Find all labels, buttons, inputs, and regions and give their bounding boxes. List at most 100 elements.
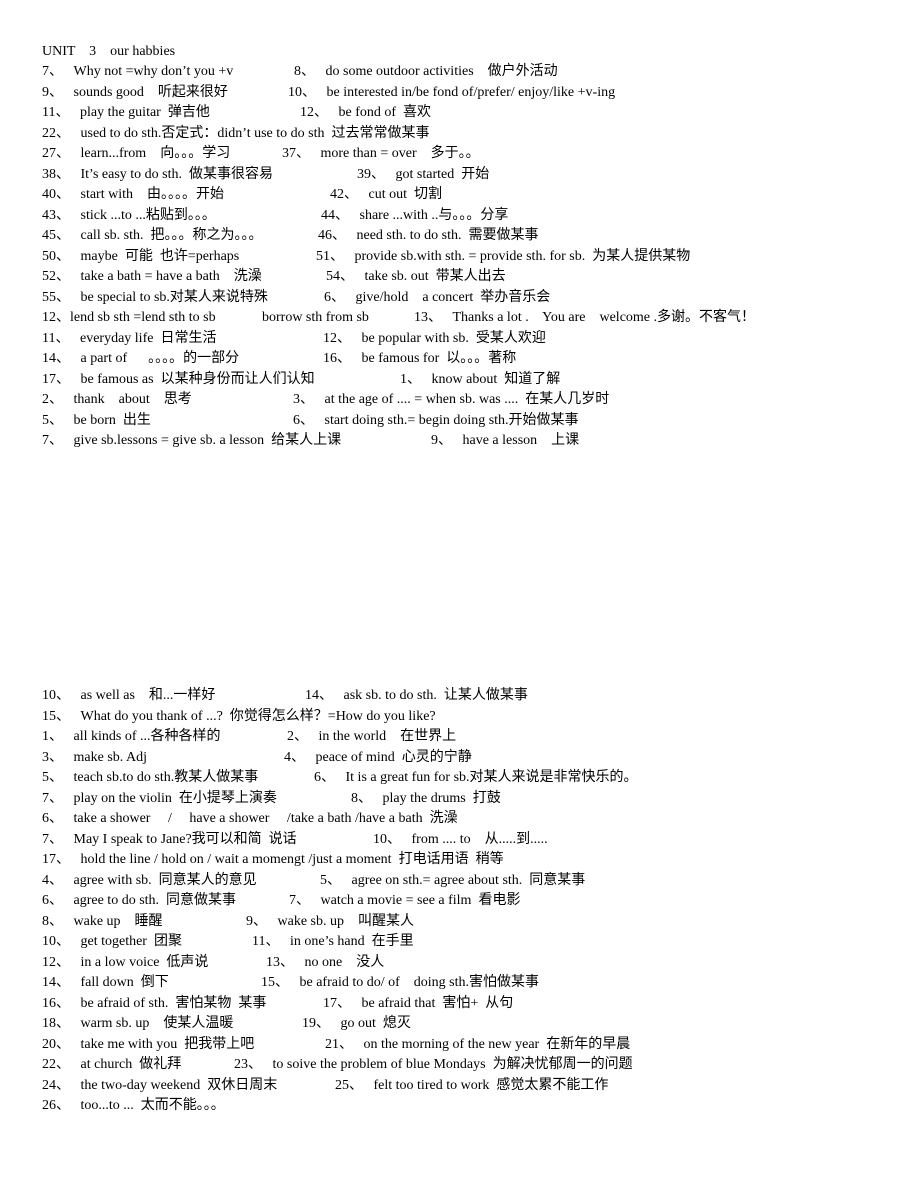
phrase-line: 18、 warm sb. up 使某人温暖 19、 go out 熄灭 <box>0 1014 920 1034</box>
phrase-entry: 39、 got started 开始 <box>357 166 490 182</box>
phrase-entry: 4、 peace of mind 心灵的宁静 <box>284 749 472 765</box>
phrase-entry: 6、 agree to do sth. 同意做某事 <box>42 893 237 908</box>
phrase-entry: 51、 provide sb.with sth. = provide sth. … <box>316 248 691 264</box>
phrase-entry: 4、 agree with sb. 同意某人的意见 <box>42 872 257 888</box>
phrase-line: 50、 maybe 可能 也许=perhaps 51、 provide sb.wi… <box>0 247 920 267</box>
phrase-line: 15、 What do you thank of ...? 你觉得怎么样？=Ho… <box>0 707 920 727</box>
phrase-line: 9、 sounds good 听起来很好 10、 be interested in… <box>0 83 920 103</box>
phrase-line: 7、 May I speak to Jane?我可以和简 说话 10、 from … <box>0 830 920 850</box>
phrase-entry: 2、 in the world 在世界上 <box>287 729 457 744</box>
phrase-line: 7、 Why not =why don’t you +v 8、 do some o… <box>0 62 920 82</box>
phrase-entry: 6、 give/hold a concert 举办音乐会 <box>324 289 551 305</box>
phrase-entry: 25、 felt too tired to work 感觉太累不能工作 <box>335 1077 609 1093</box>
phrase-line: 16、 be afraid of sth. 害怕某物 某事 17、 be afra… <box>0 994 920 1014</box>
phrase-entry: 8、 do some outdoor activities 做户外活动 <box>294 64 558 79</box>
phrase-entry: 6、 take a shower / have a shower /take a… <box>42 811 458 826</box>
phrase-entry: 14、 ask sb. to do sth. 让某人做某事 <box>305 688 528 703</box>
phrase-entry: 46、 need sth. to do sth. 需要做某事 <box>318 228 539 243</box>
phrase-entry: 15、 be afraid to do/ of doing sth.害怕做某事 <box>261 975 540 990</box>
phrase-line: 12、 in a low voice 低声说 13、 no one 没人 <box>0 953 920 973</box>
phrase-entry: 11、 everyday life 日常生活 <box>42 330 217 346</box>
phrase-line: 43、 stick ...to ...粘贴到。。。 44、 share ...wi… <box>0 206 920 226</box>
phrase-line: 26、 too...to ... 太而不能。。。 <box>0 1096 920 1116</box>
phrase-entry: 10、 from .... to 从.....到..... <box>373 831 548 847</box>
phrase-entry: 13、 Thanks a lot . You are welcome .多谢。不… <box>414 310 756 325</box>
document-page: UNIT 3 our habbies 7、 Why not =why don’t… <box>0 0 920 1191</box>
phrase-entry: 42、 cut out 切割 <box>330 187 442 202</box>
phrase-line: 10、 as well as 和...一样好 14、 ask sb. to do … <box>0 686 920 706</box>
phrase-line: 7、 play on the violin 在小提琴上演奏 8、 play the… <box>0 789 920 809</box>
phrase-entry: 38、 It’s easy to do sth. 做某事很容易 <box>42 166 273 182</box>
phrase-entry: 9、 wake sb. up 叫醒某人 <box>246 913 414 929</box>
phrase-entry: 9、 have a lesson 上课 <box>431 433 580 448</box>
phrase-entry: 6、 It is a great fun for sb.对某人来说是非常快乐的。 <box>314 770 638 785</box>
phrase-entry: 40、 start with 由。。。。开始 <box>42 187 224 202</box>
phrase-line: 38、 It’s easy to do sth. 做某事很容易 39、 got s… <box>0 165 920 185</box>
phrase-entry: 9、 sounds good 听起来很好 <box>42 84 228 100</box>
phrase-entry: 22、 at church 做礼拜 <box>42 1057 182 1072</box>
phrase-entry: 2、 thank about 思考 <box>42 392 192 407</box>
phrase-line: 12、lend sb sth =lend sth to sb borrow sth… <box>0 308 920 328</box>
phrase-line: 6、 agree to do sth. 同意做某事 7、 watch a movi… <box>0 891 920 911</box>
phrase-line: 40、 start with 由。。。。开始 42、 cut out 切割 <box>0 185 920 205</box>
phrase-entry: 17、 hold the line / hold on / wait a mom… <box>42 852 504 867</box>
phrase-entry: 10、 be interested in/be fond of/prefer/ … <box>288 84 616 100</box>
phrase-entry: 12、 be fond of 喜欢 <box>300 105 432 120</box>
phrase-line: 52、 take a bath = have a bath 洗澡 54、 take… <box>0 267 920 287</box>
phrase-entry: 7、 watch a movie = see a film 看电影 <box>289 893 521 908</box>
phrase-entry: 43、 stick ...to ...粘贴到。。。 <box>42 207 216 223</box>
phrase-line: 8、 wake up 睡醒 9、 wake sb. up 叫醒某人 <box>0 912 920 932</box>
phrase-line: 11、 play the guitar 弹吉他 12、 be fond of 喜欢 <box>0 103 920 123</box>
phrase-entry: 45、 call sb. sth. 把。。。称之为。。。 <box>42 228 263 243</box>
phrase-entry: 52、 take a bath = have a bath 洗澡 <box>42 269 262 284</box>
phrase-entry: 8、 wake up 睡醒 <box>42 913 163 929</box>
phrase-line: 17、 be famous as 以某种身份而让人们认知 1、 know abou… <box>0 370 920 390</box>
phrase-entry: 1、 all kinds of ...各种各样的 <box>42 729 221 744</box>
phrase-line: 5、 be born 出生 6、 start doing sth.= begin … <box>0 411 920 431</box>
phrase-entry: 10、 get together 团聚 <box>42 934 182 949</box>
phrase-entry: 37、 more than = over 多于。。 <box>282 146 480 161</box>
phrase-entry: borrow sth from sb <box>262 310 369 325</box>
phrase-line: 22、 at church 做礼拜 23、 to soive the proble… <box>0 1055 920 1075</box>
phrase-line: 14、 fall down 倒下 15、 be afraid to do/ of … <box>0 973 920 993</box>
phrase-entry: 6、 start doing sth.= begin doing sth.开始做… <box>293 412 579 428</box>
phrase-line: 4、 agree with sb. 同意某人的意见 5、 agree on sth… <box>0 871 920 891</box>
phrase-line: 55、 be special to sb.对某人来说特殊 6、 give/hold… <box>0 288 920 308</box>
phrase-entry: 7、 Why not =why don’t you +v <box>42 64 234 79</box>
phrase-line: 45、 call sb. sth. 把。。。称之为。。。 46、 need sth… <box>0 226 920 246</box>
phrase-line: 10、 get together 团聚 11、 in one’s hand 在手里 <box>0 932 920 952</box>
phrase-entry: 3、 make sb. Adj <box>42 749 147 765</box>
phrase-entry: 23、 to soive the problem of blue Mondays… <box>234 1057 633 1072</box>
unit-title-text: UNIT 3 our habbies <box>42 44 176 59</box>
phrase-entry: 16、 be famous for 以。。。著称 <box>323 351 517 366</box>
phrase-line: 7、 give sb.lessons = give sb. a lesson 给… <box>0 431 920 451</box>
phrase-entry: 12、 in a low voice 低声说 <box>42 954 209 970</box>
phrase-entry: 13、 no one 没人 <box>266 954 385 970</box>
phrase-entry: 16、 be afraid of sth. 害怕某物 某事 <box>42 995 267 1011</box>
phrase-entry: 24、 the two-day weekend 双休日周末 <box>42 1077 278 1093</box>
phrase-entry: 17、 be afraid that 害怕+ 从句 <box>323 995 514 1011</box>
phrase-line: 5、 teach sb.to do sth.教某人做某事 6、 It is a g… <box>0 768 920 788</box>
phrase-entry: 26、 too...to ... 太而不能。。。 <box>42 1098 225 1113</box>
phrase-entry: 54、 take sb. out 带某人出去 <box>326 269 506 284</box>
phrase-entry: 15、 What do you thank of ...? 你觉得怎么样？=Ho… <box>42 708 436 724</box>
phrase-entry: 44、 share ...with ..与。。。分享 <box>321 207 509 223</box>
phrase-entry: 18、 warm sb. up 使某人温暖 <box>42 1016 234 1031</box>
phrase-entry: 10、 as well as 和...一样好 <box>42 688 216 703</box>
phrase-entry: 7、 May I speak to Jane?我可以和简 说话 <box>42 831 297 847</box>
phrase-entry: 14、 fall down 倒下 <box>42 975 169 990</box>
phrase-line: 11、 everyday life 日常生活 12、 be popular wit… <box>0 329 920 349</box>
phrase-entry: 12、 be popular with sb. 受某人欢迎 <box>323 330 546 346</box>
phrase-entry: 7、 play on the violin 在小提琴上演奏 <box>42 790 277 806</box>
phrase-entry: 20、 take me with you 把我带上吧 <box>42 1036 255 1052</box>
phrase-entry: 27、 learn...from 向。。。学习 <box>42 146 231 161</box>
phrase-entry: 5、 teach sb.to do sth.教某人做某事 <box>42 770 259 785</box>
phrase-line: 14、 a part of 。。。。的一部分 16、 be famous for … <box>0 349 920 369</box>
phrase-entry: 11、 play the guitar 弹吉他 <box>42 105 210 120</box>
phrase-entry: 50、 maybe 可能 也许=perhaps <box>42 248 240 264</box>
phrase-entry: 3、 at the age of .... = when sb. was ...… <box>293 392 610 407</box>
phrase-entry: 1、 know about 知道了解 <box>400 371 561 387</box>
phrase-entry: 17、 be famous as 以某种身份而让人们认知 <box>42 371 315 387</box>
phrase-line: 1、 all kinds of ...各种各样的 2、 in the world … <box>0 727 920 747</box>
phrase-entry: 8、 play the drums 打鼓 <box>351 790 501 806</box>
